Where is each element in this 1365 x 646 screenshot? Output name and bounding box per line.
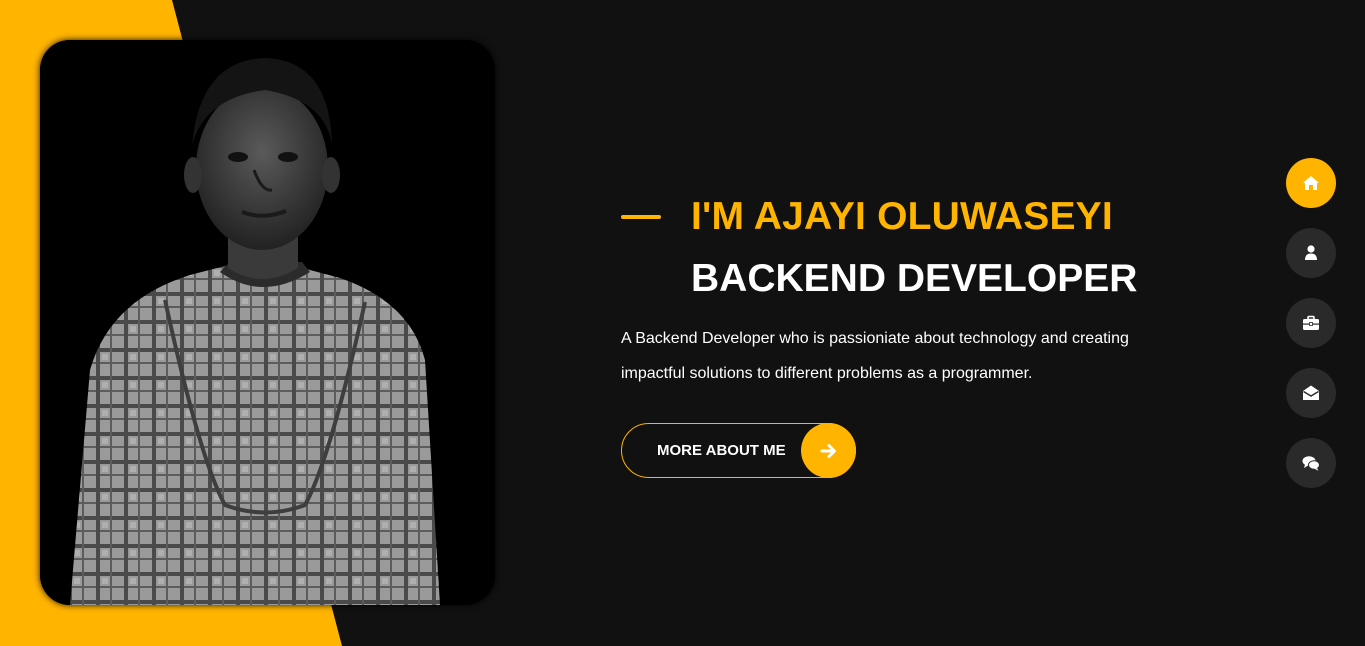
more-about-me-button[interactable]: MORE ABOUT ME	[621, 423, 856, 478]
nav-home-button[interactable]	[1286, 158, 1336, 208]
hero-section: I'M AJAYI OLUWASEYI BACKEND DEVELOPER A …	[621, 195, 1181, 391]
nav-contact-button[interactable]	[1286, 368, 1336, 418]
hero-role: BACKEND DEVELOPER	[691, 257, 1138, 300]
more-about-me-label: MORE ABOUT ME	[657, 442, 786, 459]
side-navigation	[1286, 158, 1336, 508]
hero-description: A Backend Developer who is passioniate a…	[621, 330, 1129, 382]
comments-icon	[1302, 456, 1320, 471]
profile-photo	[40, 40, 495, 605]
arrow-right-icon	[801, 423, 856, 478]
nav-blog-button[interactable]	[1286, 438, 1336, 488]
hero-name: I'M AJAYI OLUWASEYI	[691, 195, 1113, 238]
nav-about-button[interactable]	[1286, 228, 1336, 278]
title-accent-line	[621, 215, 661, 219]
envelope-open-icon	[1303, 385, 1319, 400]
nav-portfolio-button[interactable]	[1286, 298, 1336, 348]
home-icon	[1303, 176, 1319, 190]
briefcase-icon	[1303, 315, 1319, 330]
user-icon	[1305, 245, 1317, 260]
